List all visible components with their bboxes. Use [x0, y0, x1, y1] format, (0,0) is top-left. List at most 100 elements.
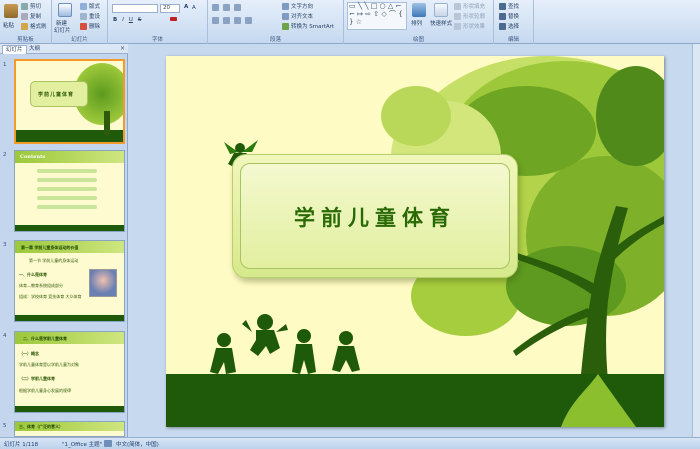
slide-title[interactable]: 学前儿童体育 — [241, 202, 509, 232]
font-style-buttons[interactable]: BIUS — [113, 17, 141, 23]
shapes-gallery-glyphs: ▭ ╲ ╲ □ ○ △ ⌐ ⌐ ↦ ⇨ ⇧ ◇ ⌒ { } ☆ — [349, 2, 403, 26]
italic-button[interactable]: I — [122, 17, 124, 23]
smartart-icon — [282, 22, 289, 30]
title-placeholder[interactable]: 学前儿童体育 — [232, 154, 518, 278]
thumb-title: Contents — [20, 154, 46, 160]
thumb-subtitle: 第一节 学前儿童的身体运动 — [29, 258, 79, 263]
slides-group-label: 幻灯片 — [71, 37, 88, 43]
new-slide-button-line2[interactable]: 幻灯片 — [54, 26, 71, 34]
tab-slides[interactable]: 幻灯片 — [2, 45, 27, 54]
delete-icon — [80, 22, 87, 30]
font-color-icon — [170, 17, 177, 21]
font-size-select[interactable]: 20 — [160, 4, 180, 13]
status-bar: 幻灯片 1/118 "1_Office 主题" 中文(简体，中国) — [0, 437, 700, 449]
font-group: 20 A A BIUS 字体 — [108, 0, 208, 44]
reset-icon — [80, 12, 87, 20]
list-buttons[interactable] — [212, 4, 241, 11]
slide-number: 1 — [3, 62, 7, 68]
align-buttons[interactable] — [212, 17, 252, 24]
quick-styles-icon[interactable] — [434, 3, 448, 17]
editing-group-label: 编辑 — [507, 37, 519, 43]
paint-bucket-icon — [454, 2, 461, 10]
thumb-content-line — [37, 178, 97, 182]
indent-icon[interactable] — [234, 4, 241, 11]
arrange-button[interactable]: 排列 — [411, 19, 422, 27]
text-direction-icon — [282, 2, 289, 10]
clipboard-group: 粘贴 剪切 复制 格式刷 剪贴板 — [0, 0, 52, 44]
tab-outline[interactable]: 大纲 — [26, 45, 43, 54]
font-color-button[interactable] — [170, 17, 177, 21]
reset-button[interactable]: 重设 — [80, 12, 100, 20]
bold-button[interactable]: B — [113, 17, 117, 23]
select-button[interactable]: 选择 — [499, 22, 519, 30]
slide-editor: 学前儿童体育 — [129, 44, 700, 437]
slide-canvas[interactable]: 学前儿童体育 — [166, 56, 664, 427]
slide-thumbnail[interactable]: Contents — [14, 150, 125, 232]
thumb-title: 三、体育（广泛的意义） — [19, 424, 63, 429]
align-text-button[interactable]: 对齐文本 — [282, 12, 313, 20]
thumb-line: （一）概念 — [19, 351, 39, 356]
new-slide-icon[interactable] — [58, 3, 72, 17]
align-left-icon[interactable] — [212, 17, 219, 24]
underline-button[interactable]: U — [129, 17, 133, 23]
scissors-icon — [21, 2, 28, 10]
thumb-title: 第一章 学前儿童身体运动的价值 — [21, 245, 79, 250]
paragraph-group: 文字方向 对齐文本 转换为 SmartArt 段落 — [208, 0, 344, 44]
smartart-button[interactable]: 转换为 SmartArt — [282, 22, 334, 30]
editing-group: 查找 替换 选择 编辑 — [494, 0, 534, 44]
pen-icon — [454, 12, 461, 20]
spellcheck-icon[interactable] — [104, 440, 112, 447]
shape-effects-button[interactable]: 形状效果 — [454, 22, 485, 30]
thumb-content-line — [37, 187, 97, 191]
slide-thumbnail[interactable]: 三、体育（广泛的意义） — [14, 421, 125, 437]
align-text-icon — [282, 12, 289, 20]
replace-button[interactable]: 替换 — [499, 12, 519, 20]
slide-thumbnail[interactable]: 第一章 学前儿童身体运动的价值 第一节 学前儿童的身体运动 一、什么是体育 体育… — [14, 240, 125, 322]
slides-group: 新建 幻灯片 版式 重设 删除 幻灯片 — [52, 0, 108, 44]
shape-outline-button[interactable]: 形状轮廓 — [454, 12, 485, 20]
slides-pane: 幻灯片 大纲 × 1 学前儿童体育 2 Contents 3 第一章 学前儿童身… — [0, 44, 128, 437]
thumb-content-line — [37, 205, 97, 209]
numbering-icon[interactable] — [223, 4, 230, 11]
drawing-group-label: 绘图 — [412, 37, 424, 43]
shrink-font-button[interactable]: A — [192, 5, 196, 11]
language-status[interactable]: 中文(简体，中国) — [116, 440, 159, 448]
close-icon[interactable]: × — [120, 45, 125, 52]
drawing-group: ▭ ╲ ╲ □ ○ △ ⌐ ⌐ ↦ ⇨ ⇧ ◇ ⌒ { } ☆ 排列 快速样式 … — [344, 0, 494, 44]
align-center-icon[interactable] — [223, 17, 230, 24]
find-button[interactable]: 查找 — [499, 2, 519, 10]
delete-slide-button[interactable]: 删除 — [80, 22, 100, 30]
justify-icon[interactable] — [245, 17, 252, 24]
layout-button[interactable]: 版式 — [80, 2, 100, 10]
thumb-title: 学前儿童体育 — [38, 92, 75, 98]
font-name-select[interactable] — [112, 4, 158, 13]
cut-button[interactable]: 剪切 — [21, 2, 41, 10]
arrange-icon[interactable] — [412, 3, 426, 17]
theme-name: "1_Office 主题" — [62, 442, 103, 448]
bullets-icon[interactable] — [212, 4, 219, 11]
thumb-ground — [15, 225, 124, 231]
shape-fill-button[interactable]: 形状填充 — [454, 2, 485, 10]
paste-icon[interactable] — [4, 4, 18, 18]
slide-thumbnail[interactable]: 二、什么是学前儿童体育 （一）概念 学前儿童体育是以学前儿童为对象 （二）学前儿… — [14, 331, 125, 413]
thumb-line: 学前儿童体育是以学前儿童为对象 — [19, 362, 79, 367]
strikethrough-button[interactable]: S — [138, 17, 142, 23]
text-direction-button[interactable]: 文字方向 — [282, 2, 313, 10]
align-right-icon[interactable] — [234, 17, 241, 24]
slide-number: 4 — [3, 333, 7, 339]
thumb-title: 二、什么是学前儿童体育 — [23, 336, 67, 341]
effects-icon — [454, 22, 461, 30]
quick-styles-button[interactable]: 快速样式 — [430, 19, 452, 27]
format-painter-button[interactable]: 格式刷 — [21, 22, 47, 30]
replace-icon — [499, 12, 506, 20]
paste-button[interactable]: 粘贴 — [3, 21, 14, 29]
thumb-ground — [15, 406, 124, 412]
thumb-line: 组成：学校体育 竞技体育 大众体育 — [19, 294, 82, 299]
grow-font-button[interactable]: A — [184, 4, 188, 10]
slide-thumbnail[interactable]: 学前儿童体育 — [14, 59, 125, 144]
thumb-line: 根据学前儿童身心发展的规律 — [19, 388, 71, 393]
slide-number: 3 — [3, 242, 7, 248]
copy-button[interactable]: 复制 — [21, 12, 41, 20]
vertical-scrollbar[interactable] — [692, 44, 700, 437]
slide-number: 5 — [3, 423, 7, 429]
